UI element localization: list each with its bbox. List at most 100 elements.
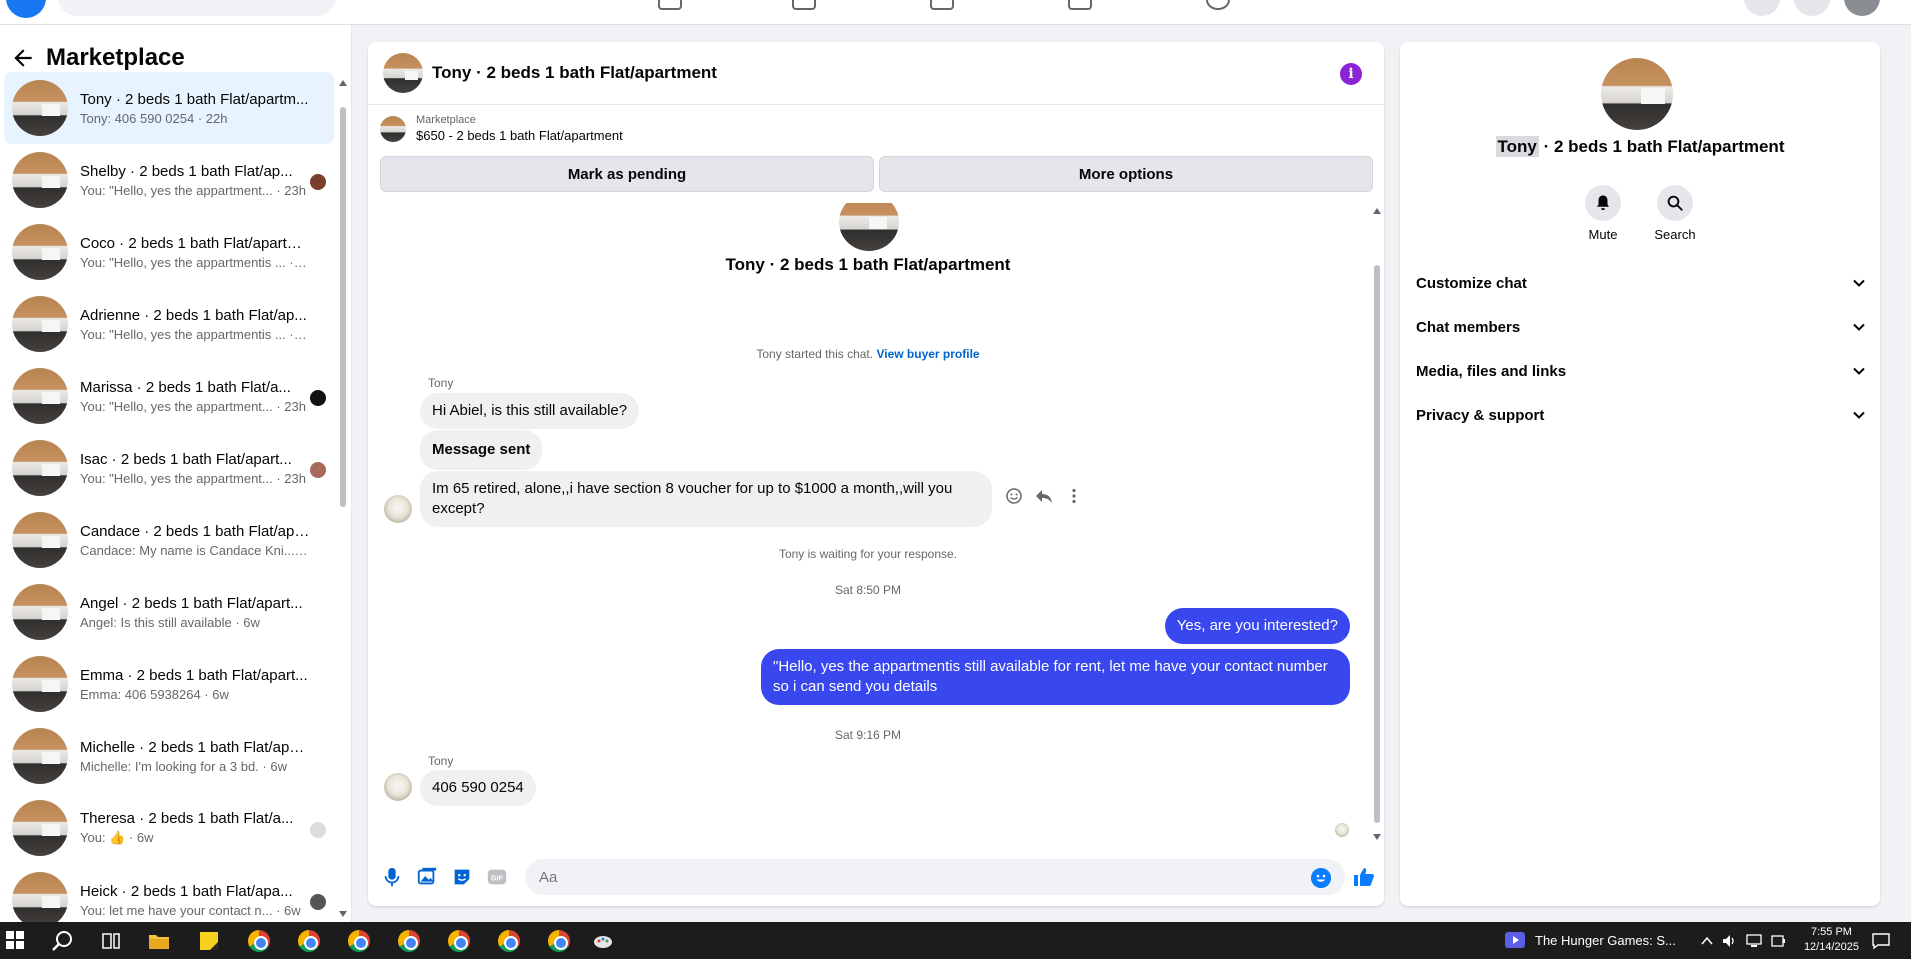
- chevron-up-icon[interactable]: [1700, 934, 1714, 948]
- info-icon[interactable]: i: [1340, 63, 1362, 85]
- incoming-message[interactable]: Hi Abiel, is this still available?: [420, 393, 640, 429]
- chat-started-text: Tony started this chat.: [756, 347, 874, 361]
- sender-avatar[interactable]: [384, 495, 412, 523]
- chat-panel: Tony · 2 beds 1 bath Flat/apartment i Ma…: [368, 42, 1384, 906]
- media-player-icon[interactable]: [1505, 932, 1525, 948]
- media-title[interactable]: The Hunger Games: S...: [1535, 933, 1676, 948]
- conversation-avatar: [12, 368, 68, 424]
- notifications-icon[interactable]: [1794, 0, 1830, 16]
- sticker-icon[interactable]: [451, 866, 473, 888]
- mute-circle[interactable]: [1585, 185, 1621, 221]
- sender-avatar[interactable]: [384, 773, 412, 801]
- conversation-item[interactable]: Shelby · 2 beds 1 bath Flat/ap... You: "H…: [4, 144, 334, 216]
- chrome-icon[interactable]: [248, 930, 270, 952]
- incoming-message[interactable]: 406 590 0254: [420, 770, 536, 806]
- chrome-profile-icon[interactable]: [398, 930, 420, 952]
- conversation-name: Emma · 2 beds 1 bath Flat/apart...: [80, 666, 308, 684]
- outgoing-message[interactable]: Yes, are you interested?: [1164, 608, 1350, 644]
- conversation-item[interactable]: Emma · 2 beds 1 bath Flat/apart... Emma: …: [4, 648, 334, 720]
- conversation-item[interactable]: Heick · 2 beds 1 bath Flat/apa... You: le…: [4, 864, 334, 922]
- customize-chat-section[interactable]: Customize chat: [1416, 265, 1866, 301]
- message-thread: Tony · 2 beds 1 bath Flat/apartment Tony…: [368, 203, 1368, 843]
- chat-members-section[interactable]: Chat members: [1416, 309, 1866, 345]
- reply-icon[interactable]: [1035, 487, 1053, 505]
- chat-title[interactable]: Tony · 2 beds 1 bath Flat/apartment: [432, 63, 717, 83]
- back-arrow-icon[interactable]: [10, 45, 36, 71]
- friends-nav-icon[interactable]: [792, 0, 816, 10]
- network-icon[interactable]: [1746, 933, 1762, 949]
- conversation-text: Adrienne · 2 beds 1 bath Flat/ap... You: …: [80, 307, 310, 342]
- sidebar-scroll-thumb[interactable]: [340, 107, 346, 507]
- battery-icon[interactable]: [1770, 933, 1786, 949]
- account-avatar[interactable]: [1844, 0, 1880, 16]
- message-scrollbar[interactable]: [1372, 203, 1382, 843]
- paint-app-icon[interactable]: [592, 930, 614, 952]
- conversation-item[interactable]: Adrienne · 2 beds 1 bath Flat/ap... You: …: [4, 288, 334, 360]
- scroll-up-icon[interactable]: [338, 79, 348, 87]
- system-clock[interactable]: 7:55 PM 12/14/2025: [1804, 925, 1859, 955]
- conversation-name: Tony · 2 beds 1 bath Flat/apartm...: [80, 90, 309, 108]
- home-nav-icon[interactable]: [658, 0, 682, 10]
- conversation-item[interactable]: Isac · 2 beds 1 bath Flat/apart... You: "…: [4, 432, 334, 504]
- sidebar-scrollbar[interactable]: [338, 75, 348, 920]
- conversation-item[interactable]: Marissa · 2 beds 1 bath Flat/a... You: "H…: [4, 360, 334, 432]
- more-vertical-icon[interactable]: [1065, 487, 1083, 505]
- task-view-icon[interactable]: [100, 930, 122, 952]
- chrome-profile-icon[interactable]: [548, 930, 570, 952]
- chrome-profile-icon[interactable]: [498, 930, 520, 952]
- incoming-message[interactable]: Im 65 retired, alone,,i have section 8 v…: [420, 471, 992, 527]
- seen-by-avatar: [310, 390, 326, 406]
- scroll-down-icon[interactable]: [1372, 833, 1382, 841]
- sticky-notes-icon[interactable]: [198, 930, 220, 952]
- video-nav-icon[interactable]: [930, 0, 954, 10]
- chrome-profile-icon[interactable]: [348, 930, 370, 952]
- windows-start-icon[interactable]: [6, 931, 24, 949]
- chat-header-avatar[interactable]: [383, 53, 423, 93]
- thread-avatar: [839, 203, 899, 251]
- search-circle[interactable]: [1657, 185, 1693, 221]
- photo-icon[interactable]: [416, 866, 438, 888]
- details-avatar[interactable]: [1601, 58, 1673, 130]
- scroll-down-icon[interactable]: [338, 910, 348, 918]
- facebook-logo-icon[interactable]: [6, 0, 46, 18]
- page-scrollbar[interactable]: [1897, 25, 1911, 922]
- microphone-icon[interactable]: [381, 866, 403, 888]
- search-button[interactable]: Search: [1645, 185, 1705, 242]
- conversation-preview: You: "Hello, yes the appartmentis ... · …: [80, 254, 310, 270]
- view-buyer-profile-link[interactable]: View buyer profile: [876, 347, 979, 361]
- menu-grid-icon[interactable]: [1744, 0, 1780, 16]
- outgoing-message[interactable]: "Hello, yes the appartmentis still avail…: [761, 649, 1350, 705]
- volume-icon[interactable]: [1722, 933, 1738, 949]
- chrome-profile-icon[interactable]: [448, 930, 470, 952]
- taskbar-search-icon[interactable]: [52, 930, 74, 952]
- message-input[interactable]: [525, 859, 1345, 895]
- seen-by-avatar: [310, 894, 326, 910]
- file-explorer-icon[interactable]: [148, 930, 170, 952]
- conversation-item[interactable]: Candace · 2 beds 1 bath Flat/apa... Canda…: [4, 504, 334, 576]
- conversation-item[interactable]: Tony · 2 beds 1 bath Flat/apartm... Tony:…: [4, 72, 334, 144]
- message-composer: GIF: [368, 848, 1384, 906]
- react-emoji-icon[interactable]: [1005, 487, 1023, 505]
- mark-as-pending-button[interactable]: Mark as pending: [380, 156, 874, 192]
- facebook-search-input[interactable]: [58, 0, 336, 16]
- mute-button[interactable]: Mute: [1573, 185, 1633, 242]
- notification-center-icon[interactable]: [1872, 932, 1890, 950]
- scroll-up-icon[interactable]: [1372, 207, 1382, 215]
- marketplace-nav-icon[interactable]: [1068, 0, 1092, 10]
- message-scroll-thumb[interactable]: [1374, 265, 1380, 823]
- conversation-item[interactable]: Michelle · 2 beds 1 bath Flat/apa... Mich…: [4, 720, 334, 792]
- listing-summary[interactable]: Marketplace $650 - 2 beds 1 bath Flat/ap…: [380, 114, 623, 143]
- media-files-links-section[interactable]: Media, files and links: [1416, 353, 1866, 389]
- more-options-button[interactable]: More options: [879, 156, 1373, 192]
- thumbs-up-icon[interactable]: [1352, 865, 1376, 889]
- emoji-icon[interactable]: [1311, 868, 1331, 888]
- profile-nav-icon[interactable]: [1206, 0, 1230, 10]
- conversation-item[interactable]: Angel · 2 beds 1 bath Flat/apart... Angel…: [4, 576, 334, 648]
- conversation-item[interactable]: Theresa · 2 beds 1 bath Flat/a... You: 👍 …: [4, 792, 334, 864]
- conversation-item[interactable]: Coco · 2 beds 1 bath Flat/apartm... You: …: [4, 216, 334, 288]
- chrome-profile-icon[interactable]: [298, 930, 320, 952]
- gif-icon[interactable]: GIF: [486, 866, 508, 888]
- privacy-support-section[interactable]: Privacy & support: [1416, 397, 1866, 433]
- conversation-name: Heick · 2 beds 1 bath Flat/apa...: [80, 882, 293, 900]
- incoming-message[interactable]: Message sent: [420, 430, 543, 470]
